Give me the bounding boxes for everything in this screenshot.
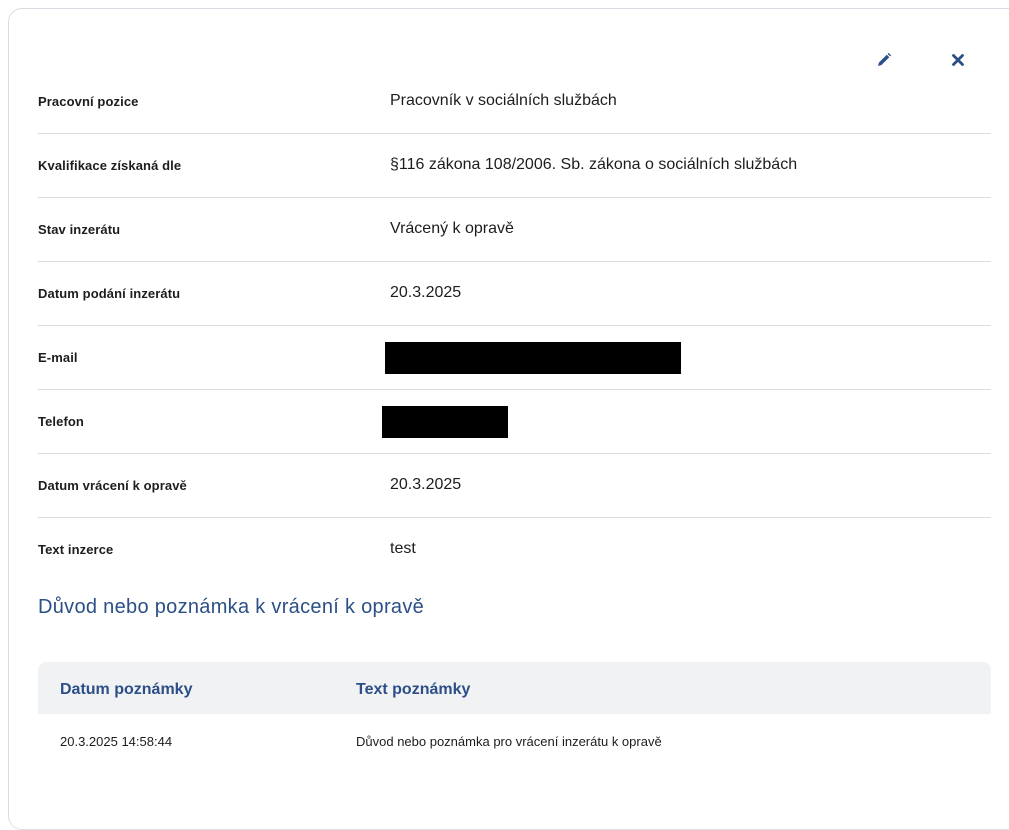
edit-button[interactable] (874, 50, 894, 70)
phone-label: Telefon (38, 414, 84, 429)
table-row: 20.3.2025 14:58:44 Důvod nebo poznámka p… (38, 714, 991, 762)
detail-row-returned-date: Datum vrácení k opravě 20.3.2025 (38, 454, 991, 518)
qualification-value: §116 zákona 108/2006. Sb. zákona o sociá… (390, 156, 798, 173)
pencil-icon (878, 52, 892, 66)
ad-text-value: test (390, 540, 416, 557)
detail-row-ad-text: Text inzerce test (38, 518, 991, 581)
returned-date-label: Datum vrácení k opravě (38, 478, 187, 493)
close-button[interactable] (948, 50, 968, 70)
phone-redacted-value (382, 406, 508, 438)
detail-row-email: E-mail (38, 326, 991, 390)
notes-section-title: Důvod nebo poznámka k vrácení k opravě (38, 596, 425, 618)
submitted-date-label: Datum podání inzerátu (38, 286, 181, 301)
detail-row-status: Stav inzerátu Vrácený k opravě (38, 198, 991, 262)
notes-table: Datum poznámky Text poznámky 20.3.2025 1… (38, 662, 991, 762)
returned-date-value: 20.3.2025 (390, 476, 462, 493)
notes-text-header: Text poznámky (356, 681, 471, 698)
position-label: Pracovní pozice (38, 94, 139, 109)
close-icon (952, 54, 964, 66)
status-label: Stav inzerátu (38, 222, 121, 237)
qualification-label: Kvalifikace získaná dle (38, 158, 182, 173)
detail-rows: Pracovní pozice Pracovník v sociálních s… (38, 70, 991, 581)
email-redacted-value (385, 342, 681, 374)
detail-row-submitted-date: Datum podání inzerátu 20.3.2025 (38, 262, 991, 326)
detail-row-phone: Telefon (38, 390, 991, 454)
detail-row-qualification: Kvalifikace získaná dle §116 zákona 108/… (38, 134, 991, 198)
email-label: E-mail (38, 350, 78, 365)
notes-date-header: Datum poznámky (60, 681, 193, 698)
notes-table-header: Datum poznámky Text poznámky (38, 662, 991, 714)
ad-text-label: Text inzerce (38, 542, 114, 557)
position-value: Pracovník v sociálních službách (390, 92, 617, 109)
detail-row-position: Pracovní pozice Pracovník v sociálních s… (38, 70, 991, 134)
status-value: Vrácený k opravě (390, 220, 514, 237)
card-actions (0, 50, 1009, 70)
note-date-cell: 20.3.2025 14:58:44 (60, 734, 173, 749)
submitted-date-value: 20.3.2025 (390, 284, 462, 301)
note-text-cell: Důvod nebo poznámka pro vrácení inzerátu… (356, 734, 662, 749)
